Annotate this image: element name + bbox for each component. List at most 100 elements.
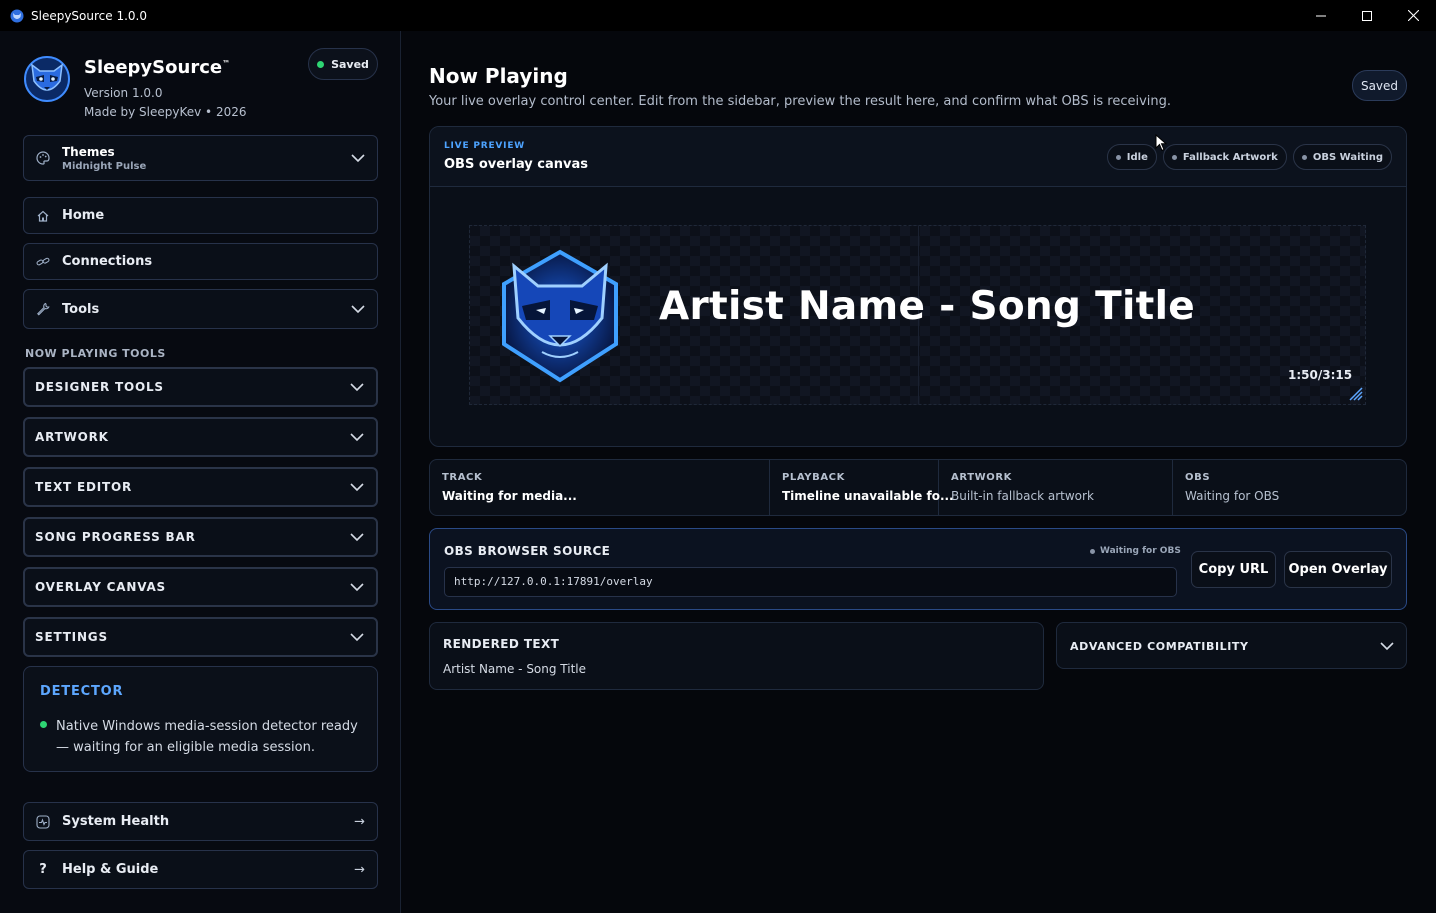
help-guide-button[interactable]: ? Help & Guide → — [23, 850, 378, 889]
open-overlay-button[interactable]: Open Overlay — [1284, 551, 1392, 588]
chip-obs-waiting: OBS Waiting — [1292, 144, 1392, 170]
app-version: Version 1.0.0 — [84, 86, 163, 100]
tool-text-editor[interactable]: TEXT EDITOR — [23, 467, 378, 507]
chevron-down-icon — [350, 433, 364, 442]
info-playback: PLAYBACK Timeline unavailable fo... — [770, 460, 954, 515]
brand-name-text: SleepySource — [84, 57, 223, 78]
nav-connections-label: Connections — [62, 254, 153, 269]
obs-source-title: OBS BROWSER SOURCE — [444, 544, 611, 558]
tool-settings[interactable]: SETTINGS — [23, 617, 378, 657]
raccoon-logo-icon — [24, 56, 70, 102]
overlay-time-text: 1:50/3:15 — [1288, 368, 1353, 382]
obs-status-label: Waiting for OBS — [1100, 546, 1181, 556]
tool-overlay-canvas[interactable]: OVERLAY CANVAS — [23, 567, 378, 607]
wrench-icon — [36, 302, 50, 316]
tool-label: SETTINGS — [35, 630, 108, 644]
resize-handle-icon[interactable] — [1348, 386, 1364, 402]
info-value: Waiting for OBS — [1185, 489, 1280, 503]
advanced-compatibility-title: ADVANCED COMPATIBILITY — [1070, 640, 1249, 653]
saved-button[interactable]: Saved — [1352, 70, 1407, 101]
tool-song-progress-bar[interactable]: SONG PROGRESS BAR — [23, 517, 378, 557]
status-dot-icon — [1090, 548, 1095, 554]
window-controls — [1298, 0, 1436, 31]
nav-connections[interactable]: Connections — [23, 243, 378, 280]
page-title: Now Playing — [429, 64, 568, 88]
info-label: TRACK — [442, 472, 483, 483]
detector-panel: DETECTOR Native Windows media-session de… — [23, 666, 378, 772]
chevron-down-icon — [350, 483, 364, 492]
home-icon — [36, 209, 50, 223]
sidebar: SleepySource™ Version 1.0.0 Made by Slee… — [0, 31, 401, 913]
pulse-icon — [36, 814, 50, 829]
chevron-down-icon — [351, 154, 365, 163]
link-icon — [36, 255, 50, 269]
chevron-down-icon — [1380, 641, 1394, 650]
system-health-label: System Health — [62, 814, 170, 829]
live-preview-tag: LIVE PREVIEW — [444, 141, 525, 151]
app-author: Made by SleepyKev • 2026 — [84, 105, 247, 119]
nav-tools[interactable]: Tools — [23, 289, 378, 329]
tool-label: TEXT EDITOR — [35, 480, 133, 494]
maximize-button[interactable] — [1344, 0, 1390, 31]
current-theme: Midnight Pulse — [62, 160, 147, 172]
info-artwork: ARTWORK Built-in fallback artwork — [939, 460, 1173, 515]
system-health-button[interactable]: System Health → — [23, 802, 378, 841]
tool-label: OVERLAY CANVAS — [35, 580, 166, 594]
chip-label: Fallback Artwork — [1182, 151, 1278, 163]
page-subtitle: Your live overlay control center. Edit f… — [429, 94, 1172, 109]
arrow-right-icon: → — [354, 814, 365, 829]
status-info-row: TRACK Waiting for media... PLAYBACK Time… — [429, 459, 1407, 516]
info-value: Waiting for media... — [442, 489, 577, 503]
minimize-icon — [1316, 15, 1326, 16]
info-label: ARTWORK — [951, 472, 1012, 483]
tool-label: DESIGNER TOOLS — [35, 380, 164, 394]
status-dot-icon — [1171, 154, 1177, 160]
detector-message: Native Windows media-session detector re… — [56, 719, 358, 755]
advanced-compatibility-toggle[interactable]: ADVANCED COMPATIBILITY — [1056, 622, 1407, 669]
rendered-text-value: Artist Name - Song Title — [443, 662, 587, 676]
question-icon: ? — [39, 862, 47, 877]
overlay-canvas[interactable]: Artist Name - Song Title 1:50/3:15 — [469, 225, 1366, 405]
info-value: Timeline unavailable fo... — [782, 489, 954, 503]
overlay-url-field[interactable]: http://127.0.0.1:17891/overlay — [444, 567, 1177, 597]
preview-header: LIVE PREVIEW OBS overlay canvas Idle Fal… — [430, 127, 1406, 187]
help-guide-label: Help & Guide — [62, 862, 159, 877]
maximize-icon — [1362, 10, 1372, 21]
chip-label: OBS Waiting — [1312, 151, 1383, 163]
trademark: ™ — [222, 59, 231, 68]
minimize-button[interactable] — [1298, 0, 1344, 31]
info-label: PLAYBACK — [782, 472, 845, 483]
brand-name: SleepySource™ — [84, 57, 230, 78]
tools-section-label: NOW PLAYING TOOLS — [25, 347, 166, 360]
main-content: Now Playing Your live overlay control ce… — [401, 31, 1436, 913]
preview-title: OBS overlay canvas — [444, 157, 589, 172]
tool-artwork[interactable]: ARTWORK — [23, 417, 378, 457]
chevron-down-icon — [350, 583, 364, 592]
rendered-text-card: RENDERED TEXT Artist Name - Song Title — [429, 622, 1044, 690]
rendered-text-title: RENDERED TEXT — [443, 637, 560, 651]
copy-url-button[interactable]: Copy URL — [1191, 551, 1276, 588]
chip-fallback-artwork: Fallback Artwork — [1162, 144, 1287, 170]
saved-status-badge: Saved — [308, 48, 378, 80]
mouse-cursor-icon — [1155, 134, 1167, 152]
chevron-down-icon — [350, 383, 364, 392]
themes-selector[interactable]: Themes Midnight Pulse — [23, 135, 378, 181]
close-icon — [1407, 10, 1419, 21]
detector-status-dot-icon — [40, 721, 47, 728]
chevron-down-icon — [351, 305, 365, 314]
palette-icon — [36, 151, 50, 165]
overlay-canvas-area: Artist Name - Song Title 1:50/3:15 — [466, 215, 1378, 411]
close-button[interactable] — [1390, 0, 1436, 31]
tool-label: SONG PROGRESS BAR — [35, 530, 196, 544]
nav-home[interactable]: Home — [23, 197, 378, 234]
chevron-down-icon — [350, 533, 364, 542]
chip-label: Idle — [1126, 151, 1148, 163]
nav-home-label: Home — [62, 208, 105, 223]
tool-designer-tools[interactable]: DESIGNER TOOLS — [23, 367, 378, 407]
raccoon-artwork-icon — [502, 249, 618, 383]
themes-title: Themes — [62, 144, 115, 159]
saved-label: Saved — [331, 57, 369, 71]
detector-title: DETECTOR — [40, 684, 124, 699]
status-dot-icon — [1115, 154, 1121, 160]
status-chips: Idle Fallback Artwork OBS Waiting — [1106, 144, 1392, 170]
